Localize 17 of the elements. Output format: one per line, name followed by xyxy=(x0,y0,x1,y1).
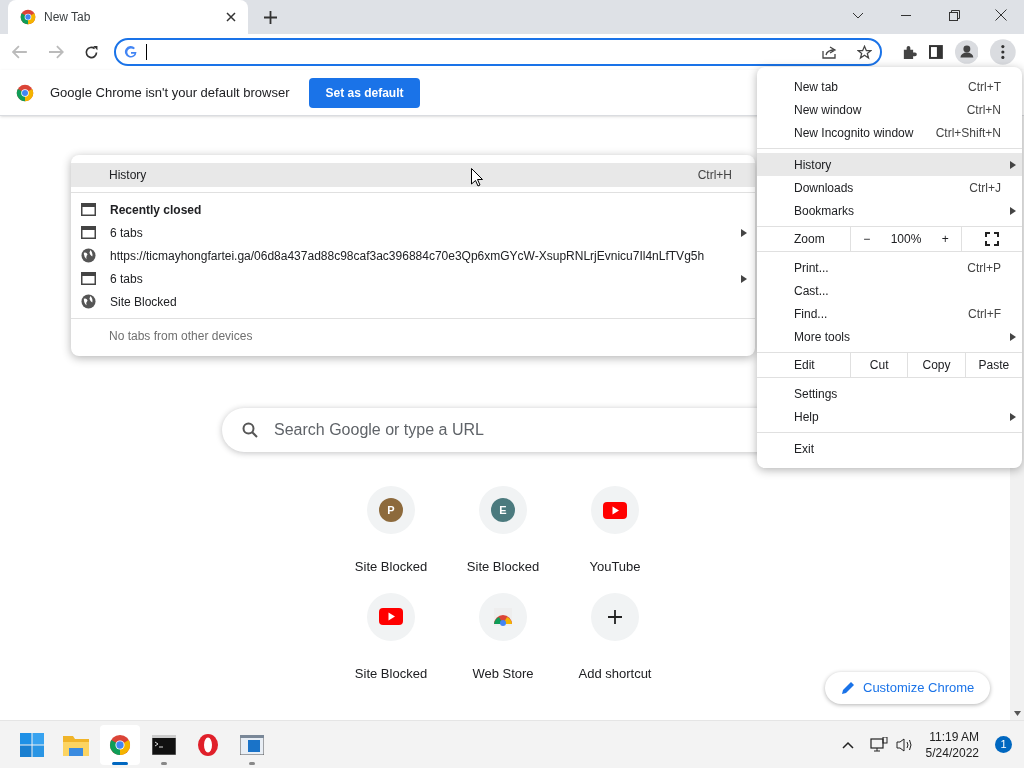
shortcut-label: Add shortcut xyxy=(578,664,652,683)
site-letter-icon: P xyxy=(379,498,403,522)
empty-devices-note: No tabs from other devices xyxy=(109,328,253,345)
infobar-message: Google Chrome isn't your default browser xyxy=(50,83,290,102)
shortcut-label: Web Store xyxy=(472,664,534,683)
shortcut-label: Site Blocked xyxy=(466,558,540,576)
zoom-level: 100% xyxy=(890,231,922,248)
tab-title: New Tab xyxy=(44,9,92,26)
clock-time: 11:19 AM xyxy=(929,728,979,745)
clock-date: 5/24/2022 xyxy=(925,744,979,761)
edit-label: Edit xyxy=(793,357,816,374)
shortcut-label: Site Blocked xyxy=(354,558,428,576)
zoom-label: Zoom xyxy=(793,231,826,248)
site-letter-icon: E xyxy=(491,498,515,522)
shortcut-label: YouTube xyxy=(589,558,641,576)
shortcut-label: Site Blocked xyxy=(354,664,428,683)
section-title: Recently closed xyxy=(110,201,202,219)
